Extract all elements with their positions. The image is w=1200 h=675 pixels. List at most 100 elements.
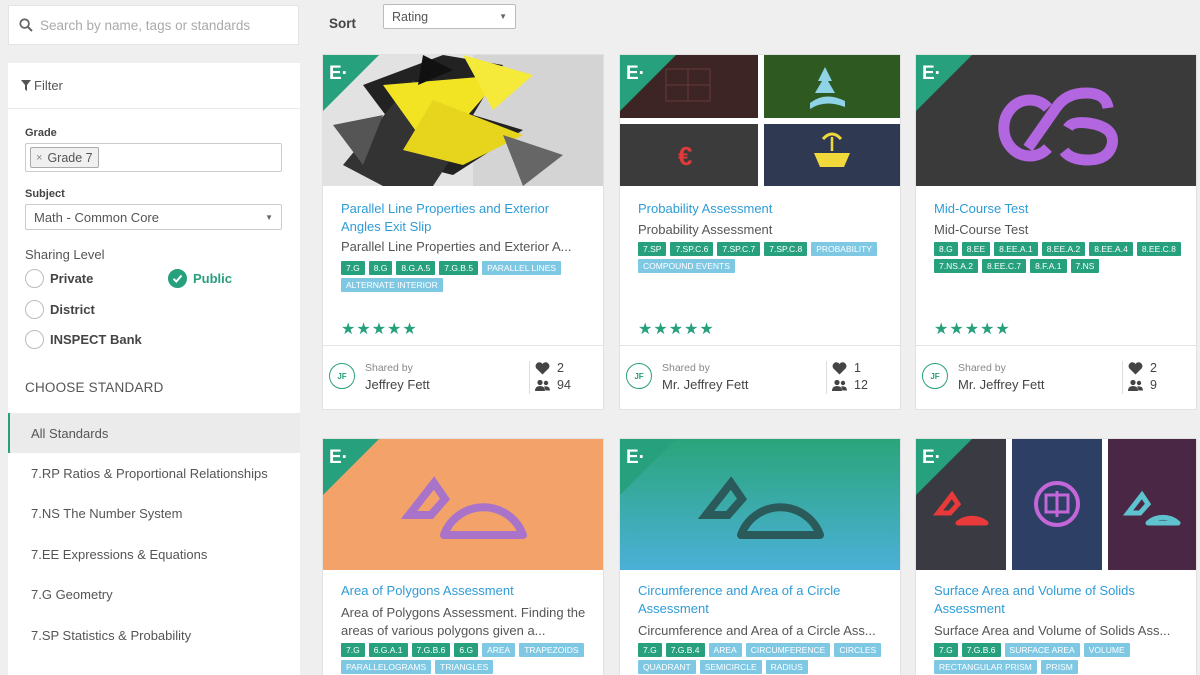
users-icon	[535, 379, 550, 391]
radio-district[interactable]: District	[25, 300, 95, 319]
assessment-card[interactable]: E· Circumference and Area of a Circle As…	[619, 438, 901, 675]
card-title[interactable]: Probability Assessment	[638, 200, 884, 218]
keyword-tag[interactable]: ALTERNATE INTERIOR	[341, 278, 443, 292]
card-thumbnail[interactable]: E·	[916, 55, 1196, 186]
tag-list: 7.G 7.G.B.4 AREA CIRCUMFERENCE CIRCLES Q…	[638, 643, 890, 674]
card-thumbnail[interactable]: E·	[323, 55, 603, 186]
star-rating: ★★★★★	[341, 321, 418, 338]
standard-tag[interactable]: 8.EE.A.4	[1089, 242, 1133, 256]
standard-tag[interactable]: 7.SP.C.7	[717, 242, 761, 256]
standard-tag[interactable]: 8.G	[368, 261, 393, 275]
standard-tag[interactable]: 7.G.B.6	[961, 643, 1001, 657]
card-thumbnail[interactable]: E·	[620, 439, 900, 570]
standard-tag[interactable]: 7.NS	[1070, 259, 1100, 273]
standard-item-7g[interactable]: 7.G Geometry	[8, 575, 300, 615]
keyword-tag[interactable]: TRAPEZOIDS	[519, 643, 584, 657]
assessment-card[interactable]: E· Surface Area and Volume of Solids Ass…	[915, 438, 1197, 675]
standard-tag[interactable]: 6.G	[454, 643, 479, 657]
keyword-tag[interactable]: AREA	[708, 643, 742, 657]
keyword-tag[interactable]: VOLUME	[1083, 643, 1130, 657]
users-count: 12	[854, 378, 868, 392]
remove-chip-icon[interactable]: ×	[36, 152, 42, 164]
standard-tag[interactable]: 8.EE.A.2	[1041, 242, 1086, 256]
keyword-tag[interactable]: PARALLEL LINES	[482, 261, 562, 275]
keyword-tag[interactable]: SEMICIRCLE	[699, 660, 762, 674]
keyword-tag[interactable]: CIRCUMFERENCE	[745, 643, 831, 657]
keyword-tag[interactable]: TRIANGLES	[435, 660, 494, 674]
standard-tag[interactable]: 7.G	[934, 643, 958, 657]
standard-tag[interactable]: 8.EE	[961, 242, 991, 256]
keyword-tag[interactable]: RECTANGULAR PRISM	[934, 660, 1037, 674]
radio-circle	[25, 330, 44, 349]
tag-list: 7.G 7.G.B.6 SURFACE AREA VOLUME RECTANGU…	[934, 643, 1186, 674]
tag-list: 8.G 8.EE 8.EE.A.1 8.EE.A.2 8.EE.A.4 8.EE…	[934, 242, 1186, 273]
radio-inspect-bank[interactable]: INSPECT Bank	[25, 330, 142, 349]
choose-standard-heading: CHOOSE STANDARD	[25, 380, 164, 395]
standard-tag[interactable]: 7.G	[341, 643, 365, 657]
edulastic-logo: E·	[916, 55, 972, 111]
keyword-tag[interactable]: PRISM	[1040, 660, 1078, 674]
standard-tag[interactable]: 8.G	[934, 242, 958, 256]
edulastic-logo: E·	[620, 439, 676, 495]
standard-tag[interactable]: 8.F.A.1	[1030, 259, 1067, 273]
standard-tag[interactable]: 8.EE.C.7	[982, 259, 1027, 273]
standard-tag[interactable]: 7.G.B.5	[439, 261, 479, 275]
sort-select[interactable]: Rating ▼	[383, 4, 516, 29]
grade-input[interactable]: × Grade 7	[25, 143, 282, 172]
chevron-down-icon: ▼	[499, 12, 507, 21]
keyword-tag[interactable]: RADIUS	[765, 660, 808, 674]
standard-tag[interactable]: 7.NS.A.2	[934, 259, 979, 273]
search-box[interactable]	[8, 5, 299, 45]
tag-list: 7.SP 7.SP.C.6 7.SP.C.7 7.SP.C.8 PROBABIL…	[638, 242, 890, 273]
card-thumbnail[interactable]: E·	[323, 439, 603, 570]
standard-tag[interactable]: 8.G.A.5	[396, 261, 436, 275]
standard-item-7ns[interactable]: 7.NS The Number System	[8, 494, 300, 534]
standard-tag[interactable]: 7.G.B.4	[665, 643, 705, 657]
assessment-card[interactable]: E· Area of Polygons Assessment Area of P…	[322, 438, 604, 675]
keyword-tag[interactable]: PROBABILITY	[811, 242, 877, 256]
card-title[interactable]: Mid-Course Test	[934, 200, 1180, 218]
radio-public[interactable]: Public	[168, 269, 232, 288]
keyword-tag[interactable]: CIRCLES	[834, 643, 882, 657]
standard-tag[interactable]: 7.SP.C.8	[764, 242, 808, 256]
shared-by-label: Shared by	[365, 362, 413, 374]
standard-tag[interactable]: 7.SP	[638, 242, 667, 256]
assessment-card[interactable]: E· Mid-Course Test Mid-Course Test 8.G 8…	[915, 54, 1197, 410]
standard-item-7ee[interactable]: 7.EE Expressions & Equations	[8, 534, 300, 574]
sharing-level-label: Sharing Level	[25, 247, 105, 262]
standard-tag[interactable]: 7.G	[638, 643, 662, 657]
radio-label: Public	[193, 271, 233, 286]
keyword-tag[interactable]: AREA	[482, 643, 516, 657]
card-title[interactable]: Area of Polygons Assessment	[341, 582, 587, 600]
card-thumbnail[interactable]: E·	[916, 439, 1196, 570]
filter-header[interactable]: Filter	[8, 63, 300, 109]
keyword-tag[interactable]: QUADRANT	[638, 660, 696, 674]
keyword-tag[interactable]: SURFACE AREA	[1004, 643, 1080, 657]
assessment-card[interactable]: E· Parallel Line Properties and Exterior…	[322, 54, 604, 410]
card-title[interactable]: Circumference and Area of a Circle Asses…	[638, 582, 884, 617]
standard-item-7sp[interactable]: 7.SP Statistics & Probability	[8, 615, 300, 655]
assessment-card[interactable]: € E· Probability Assessment Probability …	[619, 54, 901, 410]
standard-tag[interactable]: 8.EE.C.8	[1136, 242, 1181, 256]
subject-select[interactable]: Math - Common Core ▼	[25, 204, 282, 230]
funnel-icon	[21, 80, 31, 91]
card-title[interactable]: Parallel Line Properties and Exterior An…	[341, 200, 587, 235]
svg-text:E·: E·	[329, 63, 348, 84]
standard-tag[interactable]: 7.G	[341, 261, 365, 275]
standard-item-all[interactable]: All Standards	[8, 413, 300, 454]
standard-tag[interactable]: 6.G.A.1	[368, 643, 408, 657]
card-description: Circumference and Area of a Circle Ass..…	[638, 623, 876, 638]
users-count: 9	[1150, 378, 1157, 392]
keyword-tag[interactable]: COMPOUND EVENTS	[638, 259, 735, 273]
radio-private[interactable]: Private	[25, 269, 93, 288]
card-thumbnail[interactable]: € E·	[620, 55, 900, 186]
likes-stat: 2	[535, 361, 564, 375]
standard-tag[interactable]: 7.G.B.6	[411, 643, 451, 657]
check-icon	[168, 269, 187, 288]
search-input[interactable]	[40, 17, 290, 33]
card-title[interactable]: Surface Area and Volume of Solids Assess…	[934, 582, 1180, 617]
standard-item-7rp[interactable]: 7.RP Ratios & Proportional Relationships	[8, 453, 300, 493]
standard-tag[interactable]: 8.EE.A.1	[994, 242, 1038, 256]
standard-tag[interactable]: 7.SP.C.6	[670, 242, 714, 256]
keyword-tag[interactable]: PARALLELOGRAMS	[341, 660, 432, 674]
